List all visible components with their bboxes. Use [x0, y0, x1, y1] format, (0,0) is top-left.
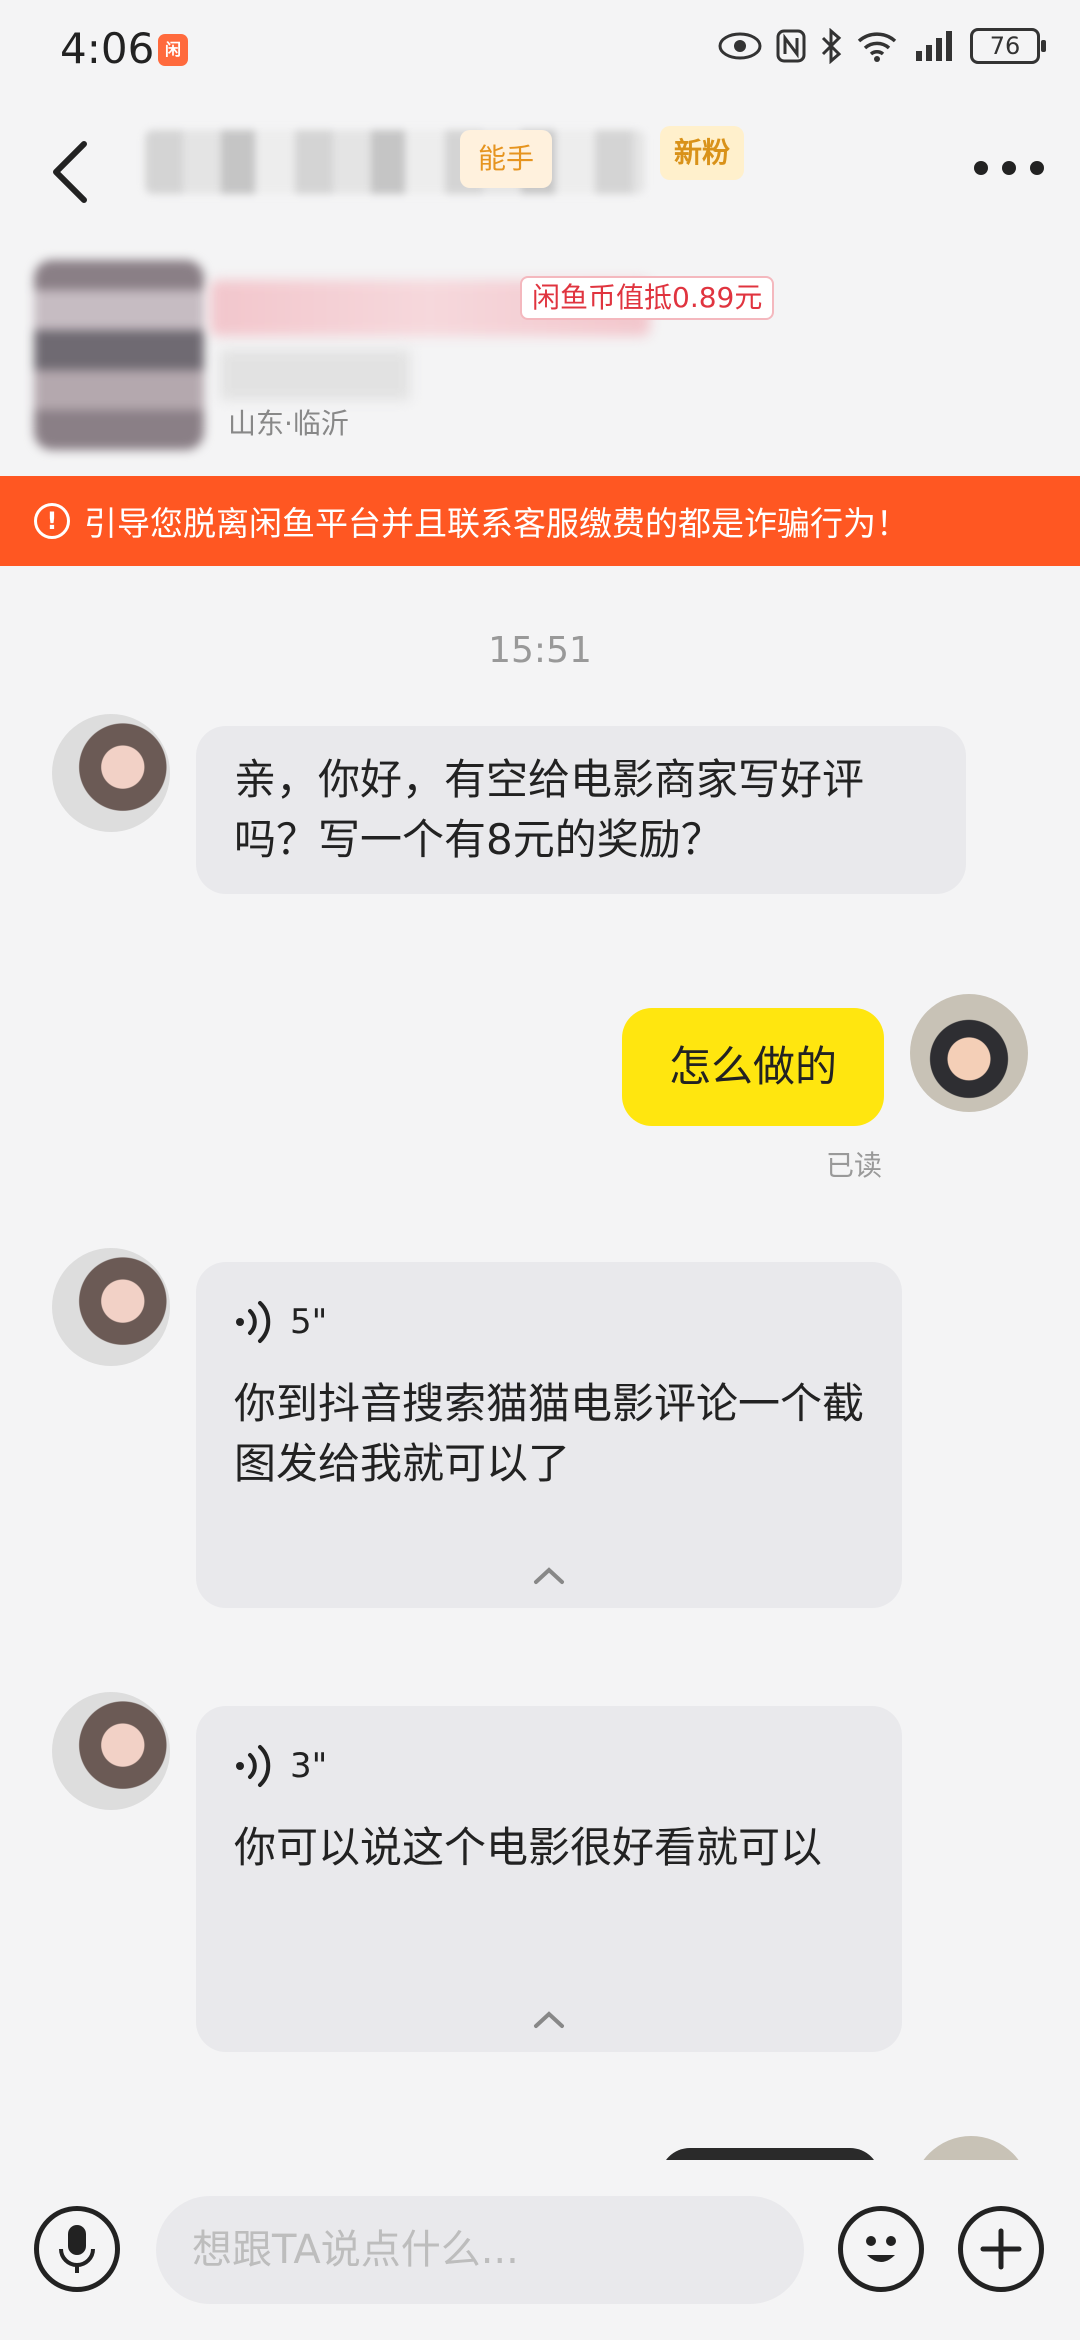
read-status: 已读	[826, 1149, 883, 1182]
eye-icon	[718, 32, 762, 60]
ability-tag: 能手	[460, 130, 553, 188]
status-bar: 4:06 闲 76	[0, 0, 1080, 100]
voice-transcript: 你到抖音搜索猫猫电影评论一个截图发给我就可以了	[234, 1379, 865, 1488]
seller-location: 山东·临沂	[228, 407, 349, 440]
chevron-up-icon[interactable]	[532, 2010, 566, 2030]
self-avatar[interactable]	[910, 994, 1028, 1112]
smile-icon	[866, 2236, 896, 2262]
message-text: 亲，你好，有空给电影商家写好评吗？写一个有8元的奖励？	[234, 755, 865, 864]
voice-wave-icon	[236, 1745, 271, 1787]
dot-icon	[974, 161, 988, 175]
fraud-warning-banner: ! 引导您脱离闲鱼平台并且联系客服缴费的都是诈骗行为！	[0, 476, 1080, 566]
message-bubble-self[interactable]: 怎么做的	[622, 1008, 884, 1126]
chevron-up-icon[interactable]	[532, 1566, 566, 1586]
signal-icon	[916, 31, 952, 61]
voice-transcript: 你可以说这个电影很好看就可以	[234, 1823, 823, 1872]
dot-icon	[1002, 161, 1016, 175]
contact-avatar[interactable]	[52, 1248, 170, 1366]
microphone-icon	[59, 2225, 95, 2273]
chat-header: 能手 新粉	[0, 110, 1080, 240]
chevron-left-icon	[53, 141, 87, 203]
voice-duration: 3"	[290, 1746, 328, 1786]
plus-icon	[980, 2228, 1022, 2270]
product-card[interactable]: 闲鱼币值抵0.89元 山东·临沂	[0, 250, 1080, 470]
warning-text: 引导您脱离闲鱼平台并且联系客服缴费的都是诈骗行为！	[84, 504, 909, 543]
contact-avatar[interactable]	[52, 1692, 170, 1810]
status-icons: 76	[718, 28, 1046, 64]
emoji-button[interactable]	[838, 2206, 924, 2292]
exclamation-icon: !	[34, 503, 70, 539]
voice-input-button[interactable]	[34, 2206, 120, 2292]
voice-message-bubble[interactable]: 3" 你可以说这个电影很好看就可以	[196, 1706, 902, 2052]
voice-play-row[interactable]: 5"	[234, 1292, 864, 1352]
voice-duration: 5"	[290, 1302, 328, 1342]
product-thumbnail[interactable]	[34, 260, 204, 450]
voice-play-row[interactable]: 3"	[234, 1736, 864, 1796]
message-bubble[interactable]: 亲，你好，有空给电影商家写好评吗？写一个有8元的奖励？	[196, 726, 966, 894]
contact-avatar[interactable]	[52, 714, 170, 832]
product-price-redacted	[220, 350, 410, 400]
wifi-icon	[857, 32, 897, 62]
app-notification-icon: 闲	[158, 34, 188, 66]
status-time: 4:06	[60, 24, 155, 73]
nfc-icon	[776, 29, 806, 63]
contact-name-redacted[interactable]	[145, 130, 645, 194]
input-bar	[0, 2160, 1080, 2340]
message-timestamp: 15:51	[488, 630, 592, 671]
coin-discount-tag: 闲鱼币值抵0.89元	[520, 276, 775, 320]
dot-icon	[1030, 161, 1044, 175]
back-button[interactable]	[40, 132, 100, 212]
voice-wave-icon	[236, 1301, 271, 1343]
more-options-button[interactable]	[974, 156, 1044, 180]
message-input[interactable]	[156, 2196, 804, 2304]
battery-icon: 76	[970, 28, 1046, 64]
more-actions-button[interactable]	[958, 2206, 1044, 2292]
voice-message-bubble[interactable]: 5" 你到抖音搜索猫猫电影评论一个截图发给我就可以了	[196, 1262, 902, 1608]
message-text: 怎么做的	[668, 1042, 837, 1091]
new-fan-badge: 新粉	[660, 126, 745, 180]
bluetooth-icon	[821, 28, 842, 64]
